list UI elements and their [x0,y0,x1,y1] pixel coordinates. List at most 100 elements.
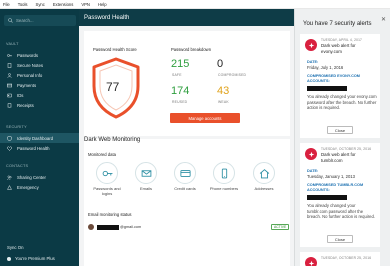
sidebar-item-password-health[interactable]: Password Health [0,143,79,153]
premium-label: You're Premium Plus [15,256,55,261]
monitored-item-label: Credit cards [174,186,196,191]
redacted-account [307,86,347,91]
sidebar-item-label: Receipts [17,102,34,108]
alert-card: TUESDAY, OCTOBER 25, 2016 [300,252,380,266]
phone-icon [213,162,235,184]
sidebar-item-identity-dashboard[interactable]: Identity Dashboard [0,133,79,143]
sidebar-item-passwords[interactable]: Passwords [0,50,79,60]
monitored-item-passwords: Passwords and logins [92,162,122,196]
sidebar-item-label: Identity Dashboard [17,135,54,141]
monitored-item-label: Phone numbers [209,186,239,191]
menu-tools[interactable]: Tools [18,2,28,7]
card-icon [174,162,196,184]
house-icon [253,162,275,184]
envelope-icon [135,162,157,184]
reused-count: 174 [171,85,190,97]
menu-bar: File Tools Sync Extensions VPN Help [0,0,390,9]
sidebar-item-label: Personal Info [17,72,43,78]
email-status-title: Email monitoring status [88,212,132,217]
alert-logo-icon [305,257,317,266]
sidebar-item-label: Secure Notes [17,62,44,68]
receipt-icon [7,102,12,108]
menu-extensions[interactable]: Extensions [53,2,73,7]
alert-date: TUESDAY, OCTOBER 25, 2016 [321,147,372,151]
status-badge: ACTIVE [271,224,290,230]
email-monitoring-row: @gmail.com [88,223,288,231]
menu-vpn[interactable]: VPN [81,2,90,7]
id-icon [7,93,12,98]
sidebar-item-secure-notes[interactable]: Secure Notes [0,60,79,70]
sidebar-item-receipts[interactable]: Receipts [0,100,79,110]
monitored-item-phone: Phone numbers [209,162,239,191]
avatar [7,256,11,261]
email-suffix: @gmail.com [120,225,142,229]
dark-web-card [84,139,290,266]
alert-card: TUESDAY, OCTOBER 25, 2016 Dark web alert… [300,143,380,247]
alerts-title: You have 7 security alerts [303,21,372,27]
menu-sync[interactable]: Sync [36,2,45,7]
alert-body: You already changed your tumblr.com pass… [307,203,375,220]
close-icon[interactable]: ✕ [381,16,386,23]
sync-status[interactable]: Sync On [7,245,23,250]
weak-label: WEAK [218,100,229,104]
shield-icon [7,135,12,141]
monitored-item-credit-cards: Credit cards [170,162,200,191]
alert-accounts-label: COMPROMISED EVONY.COM ACCOUNTS: [307,74,360,83]
alert-date-value: Tuesday, January 1, 2013 [307,174,355,179]
close-button[interactable]: Close [327,126,353,134]
alert-body: You already changed your evony.com passw… [307,94,377,111]
sidebar: Search... VAULT Passwords Secure Notes P… [0,9,79,266]
vault-section-label: VAULT [6,42,19,46]
sidebar-item-personal-info[interactable]: Personal Info [0,70,79,80]
premium-status[interactable]: You're Premium Plus [7,256,55,261]
score-card-title: Password Health Score [93,47,137,52]
sidebar-item-payments[interactable]: Payments [0,80,79,90]
dark-web-title: Dark Web Monitoring [84,137,141,143]
sidebar-item-emergency[interactable]: Emergency [0,182,79,192]
share-icon [7,175,12,180]
avatar [88,224,94,230]
alert-date: TUESDAY, APRIL 4, 2017 [321,38,363,42]
card-icon [7,83,12,88]
page-title: Password Health [79,9,294,26]
alert-heading: Dark web alert for evony.com [321,43,356,54]
search-input[interactable]: Search... [4,15,76,26]
sidebar-item-label: Passwords [17,52,39,58]
sidebar-item-sharing-center[interactable]: Sharing Center [0,172,79,182]
monitored-item-addresses: Addresses [249,162,279,191]
redacted-email [97,224,119,230]
safe-label: SAFE [172,73,182,77]
alert-date-value: Friday, July 1, 2016 [307,65,344,70]
health-score-value: 77 [106,80,120,94]
compromised-count: 0 [217,58,224,70]
sidebar-item-label: IDs [17,92,24,98]
person-icon [7,72,12,78]
alert-logo-icon [305,148,317,160]
search-placeholder: Search... [16,18,34,23]
emergency-icon [7,184,12,190]
key-icon [96,162,118,184]
close-button[interactable]: Close [327,235,353,243]
search-icon [8,18,13,23]
alert-card: TUESDAY, APRIL 4, 2017 Dark web alert fo… [300,34,380,138]
monitored-item-label: Emails [139,186,152,191]
sidebar-item-label: Password Health [17,145,50,151]
sidebar-item-ids[interactable]: IDs [0,90,79,100]
alert-logo-icon [305,39,317,51]
safe-count: 215 [171,58,190,70]
note-icon [7,62,12,68]
contacts-section-label: CONTACTS [6,164,29,168]
sidebar-item-label: Payments [17,82,37,88]
compromised-label: COMPROMISED [218,73,247,77]
menu-file[interactable]: File [3,2,10,7]
alert-heading: Dark web alert for tumblr.com [321,152,356,163]
monitored-item-label: Passwords and logins [93,186,121,196]
menu-help[interactable]: Help [98,2,107,7]
monitored-item-label: Addresses [254,186,274,191]
monitored-data-title: Monitored data [88,152,116,157]
manage-accounts-button[interactable]: Manage accounts [170,113,240,123]
security-section-label: SECURITY [6,125,27,129]
sidebar-item-label: Emergency [17,184,39,190]
key-icon [7,53,12,58]
monitored-item-emails: Emails [131,162,161,191]
